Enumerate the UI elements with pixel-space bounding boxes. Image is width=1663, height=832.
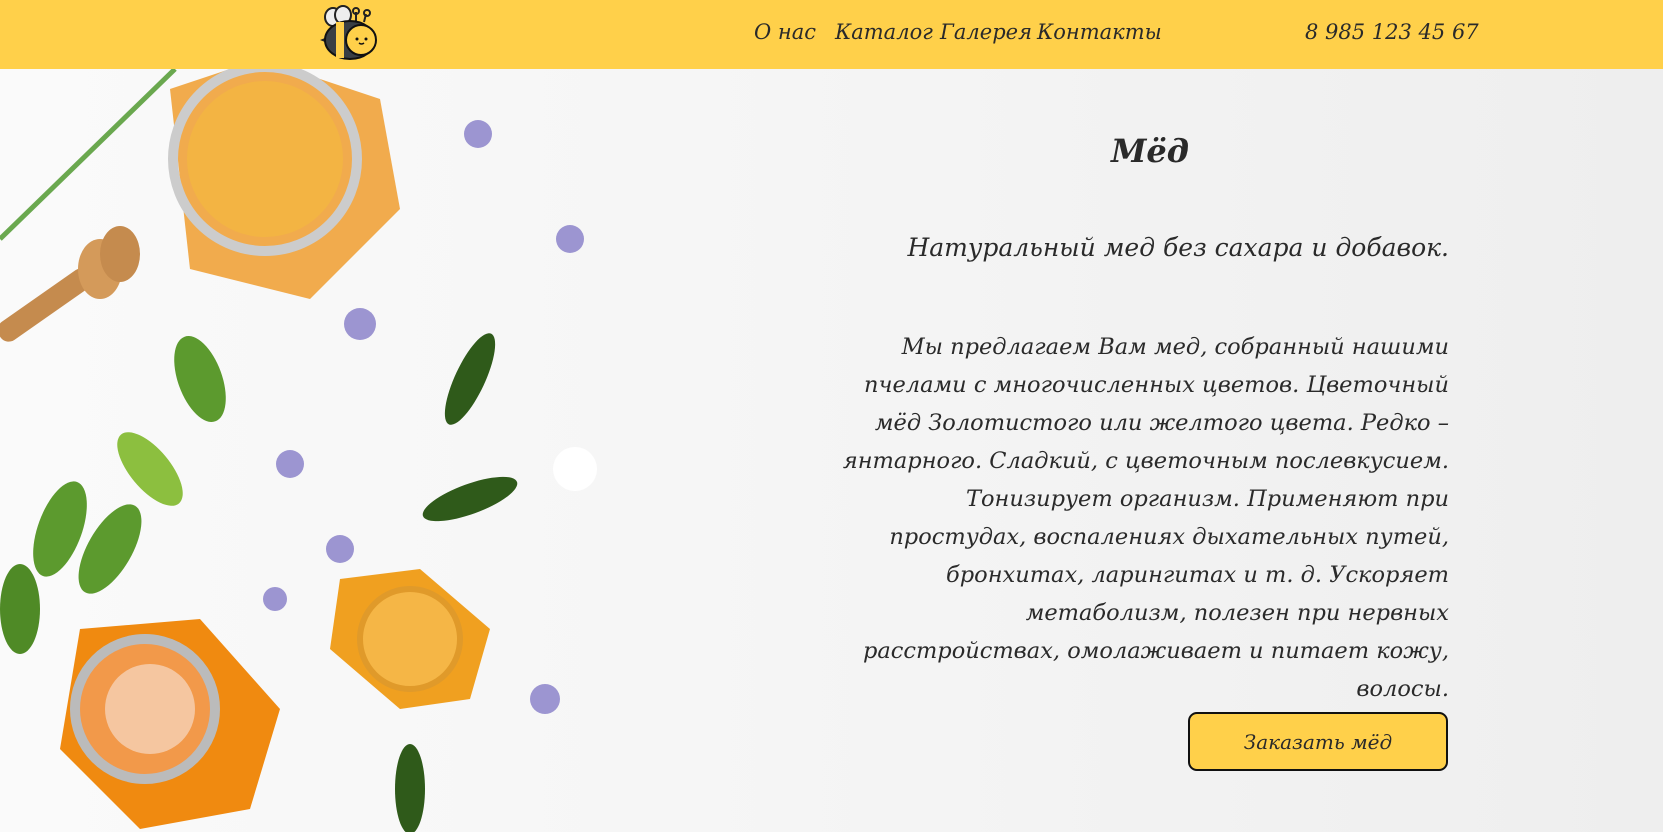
honey-jars-flowers-image: [0, 69, 597, 832]
subtitle: Натуральный мед без сахара и добавок.: [907, 233, 1449, 262]
honey-jar-bottom: [60, 619, 280, 829]
page-title: Мёд: [1110, 132, 1190, 170]
site-header: О нас Каталог Галерея Контакты 8 985 123…: [0, 0, 1663, 69]
bee-logo-icon[interactable]: [316, 4, 384, 62]
white-flower: [553, 447, 597, 491]
honey-dipper: [0, 226, 140, 342]
honey-jar-middle: [330, 569, 490, 709]
phone-number[interactable]: 8 985 123 45 67: [1305, 20, 1479, 44]
nav-catalog[interactable]: Каталог: [835, 20, 933, 44]
nav-about[interactable]: О нас: [754, 20, 816, 44]
honey-jar-top: [168, 69, 400, 299]
nav-contacts[interactable]: Контакты: [1037, 20, 1162, 44]
nav-gallery[interactable]: Галерея: [940, 20, 1032, 44]
order-honey-button[interactable]: Заказать мёд: [1188, 712, 1448, 771]
description: Мы предлагаем Вам мед, собранный нашими …: [842, 334, 1449, 702]
